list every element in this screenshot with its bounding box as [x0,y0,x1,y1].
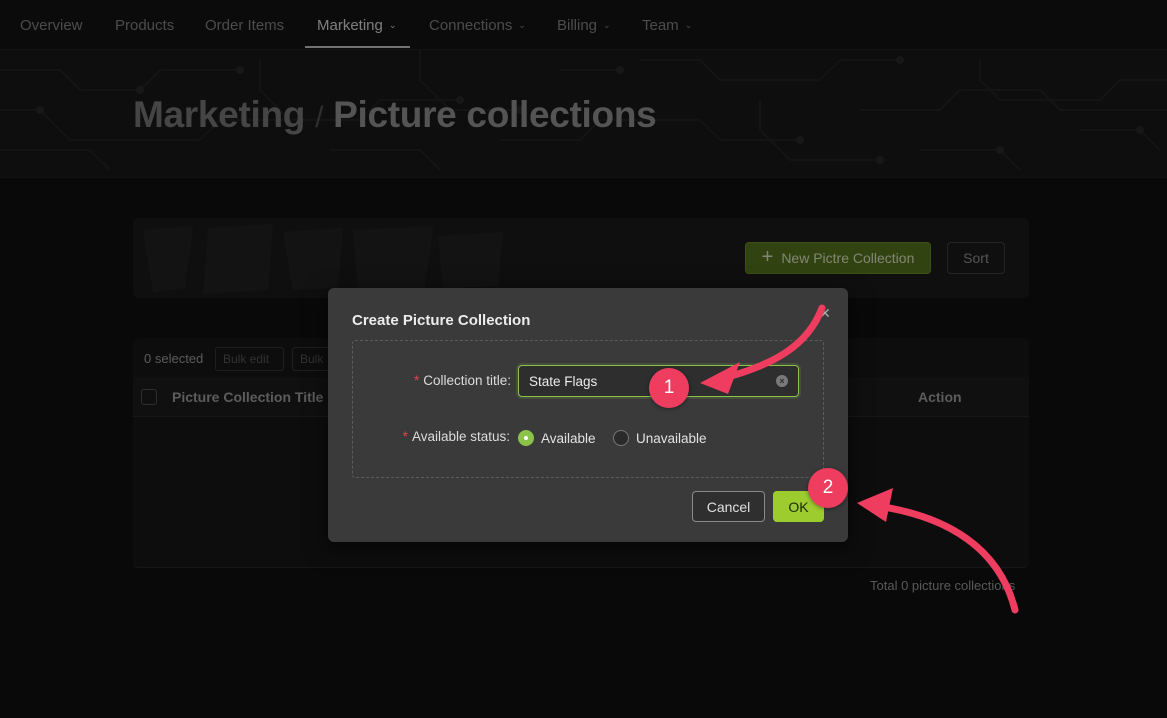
collection-title-label: * Collection title: [414,373,511,388]
required-asterisk: * [413,373,420,388]
close-icon[interactable]: ✕ [818,306,832,320]
clear-icon[interactable]: × [776,375,788,387]
step-badge-1: 1 [649,368,689,408]
radio-unchecked-icon [613,430,629,446]
ok-label: OK [788,498,809,515]
cancel-button[interactable]: Cancel [692,491,765,522]
available-status-label-text: Available status: [411,429,510,444]
modal-title: Create Picture Collection [352,312,531,329]
step-badge-2: 2 [808,468,848,508]
available-status-label: * Available status: [403,429,510,444]
form-container [352,340,824,478]
radio-available[interactable]: Available [518,429,596,447]
radio-unavailable[interactable]: Unavailable [613,429,707,447]
radio-unavailable-label: Unavailable [636,430,707,446]
radio-checked-icon [518,430,534,446]
radio-available-label: Available [541,430,596,446]
cancel-label: Cancel [706,498,751,515]
collection-title-label-text: Collection title: [423,373,511,388]
required-asterisk: * [402,429,408,444]
